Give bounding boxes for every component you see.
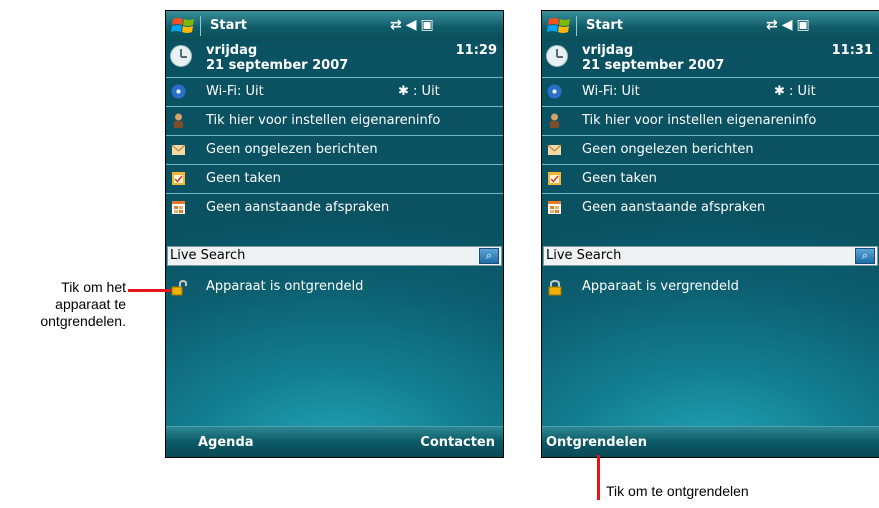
messages-label: Geen ongelezen berichten [582,142,754,157]
lock-status-row[interactable]: Apparaat is ontgrendeld [166,276,503,300]
tasks-row[interactable]: Geen taken [166,164,503,193]
title-bar: Start ⇄◀▣ [542,11,879,41]
tasks-clipboard-icon [548,172,561,185]
live-search-box[interactable]: Live Search ⌕ [543,246,878,266]
day-label: vrijdag [582,43,634,58]
messages-label: Geen ongelezen berichten [206,142,378,157]
bluetooth-status: : Uit [413,84,440,99]
left-callout-line-1: Tik om het [61,279,126,295]
day-label: vrijdag [206,43,258,58]
battery-icon[interactable]: ▣ [421,17,438,33]
softkey-bar: Agenda Contacten [166,426,503,457]
owner-person-icon [550,113,559,128]
messages-row[interactable]: Geen ongelezen berichten [542,135,879,164]
softkey-unlock[interactable]: Ontgrendelen [546,435,647,450]
volume-icon[interactable]: ◀ [782,17,797,33]
lock-status-label: Apparaat is vergrendeld [582,279,739,294]
battery-icon[interactable]: ▣ [797,17,814,33]
date-label: 21 september 2007 [582,58,725,73]
left-callout: Tik om het apparaat te ontgrendelen. [18,279,126,330]
locked-padlock-icon[interactable] [547,280,563,296]
status-tray-icons[interactable]: ⇄◀▣ [390,17,438,33]
windows-start-icon[interactable] [546,15,574,37]
messages-row[interactable]: Geen ongelezen berichten [166,135,503,164]
date-label: 21 september 2007 [206,58,349,73]
appointments-label: Geen aanstaande afspraken [206,200,390,215]
wifi-status: Wi-Fi: Uit [582,84,640,99]
appointments-row[interactable]: Geen aanstaande afspraken [166,193,503,222]
owner-info-row[interactable]: Tik hier voor instellen eigenareninfo [542,106,879,135]
wifi-row[interactable]: Wi-Fi: Uit ✱ : Uit [166,77,503,106]
connectivity-icon[interactable]: ⇄ [390,17,406,33]
bluetooth-icon: ✱ [774,84,785,99]
windows-start-icon[interactable] [170,15,198,37]
title-bar: Start ⇄◀▣ [166,11,503,41]
left-callout-line-2: apparaat te [55,296,126,312]
date-time-block[interactable]: vrijdag 21 september 2007 11:31 [542,41,879,75]
bottom-callout: Tik om te ontgrendelen [606,483,749,499]
start-title[interactable]: Start [210,18,247,33]
time-label: 11:31 [831,43,873,58]
wifi-status: Wi-Fi: Uit [206,84,264,99]
connectivity-icon[interactable]: ⇄ [766,17,782,33]
owner-info-row[interactable]: Tik hier voor instellen eigenareninfo [166,106,503,135]
owner-info-label: Tik hier voor instellen eigenareninfo [582,113,817,128]
date-time-block[interactable]: vrijdag 21 september 2007 11:29 [166,41,503,75]
volume-icon[interactable]: ◀ [406,17,421,33]
unlocked-padlock-icon[interactable] [171,280,187,296]
envelope-icon [547,144,562,155]
left-phone-screen: Start ⇄◀▣ vrijdag 21 september 2007 11:2… [165,10,504,458]
lock-status-row[interactable]: Apparaat is vergrendeld [542,276,879,300]
bluetooth-status: : Uit [789,84,816,99]
bluetooth-status-group[interactable]: ✱ : Uit [774,84,816,99]
lock-status-label: Apparaat is ontgrendeld [206,279,364,294]
clock-icon [170,45,192,67]
bluetooth-icon: ✱ [398,84,409,99]
appointments-label: Geen aanstaande afspraken [582,200,766,215]
softkey-contacts[interactable]: Contacten [420,435,495,450]
live-search-label: Live Search [170,248,246,263]
envelope-icon [171,144,186,155]
live-search-box[interactable]: Live Search ⌕ [167,246,502,266]
calendar-icon [548,201,561,214]
tasks-clipboard-icon [172,172,185,185]
live-search-label: Live Search [546,248,622,263]
tasks-label: Geen taken [582,171,657,186]
right-phone-screen: Start ⇄◀▣ vrijdag 21 september 2007 11:3… [541,10,879,458]
bluetooth-status-group[interactable]: ✱ : Uit [398,84,440,99]
title-separator [576,16,577,36]
bottom-callout-pointer [597,455,600,500]
calendar-icon [172,201,185,214]
left-callout-pointer [128,289,171,292]
softkey-agenda[interactable]: Agenda [198,435,254,450]
clock-icon [546,45,568,67]
softkey-bar: Ontgrendelen [542,426,879,457]
tasks-row[interactable]: Geen taken [542,164,879,193]
wifi-row[interactable]: Wi-Fi: Uit ✱ : Uit [542,77,879,106]
wifi-icon [547,84,562,99]
start-title[interactable]: Start [586,18,623,33]
title-separator [200,16,201,36]
tasks-label: Geen taken [206,171,281,186]
search-icon[interactable]: ⌕ [479,248,499,264]
search-icon[interactable]: ⌕ [855,248,875,264]
wifi-icon [171,84,186,99]
owner-info-label: Tik hier voor instellen eigenareninfo [206,113,441,128]
owner-person-icon [174,113,183,128]
status-tray-icons[interactable]: ⇄◀▣ [766,17,814,33]
time-label: 11:29 [455,43,497,58]
left-callout-line-3: ontgrendelen. [40,313,126,329]
appointments-row[interactable]: Geen aanstaande afspraken [542,193,879,222]
